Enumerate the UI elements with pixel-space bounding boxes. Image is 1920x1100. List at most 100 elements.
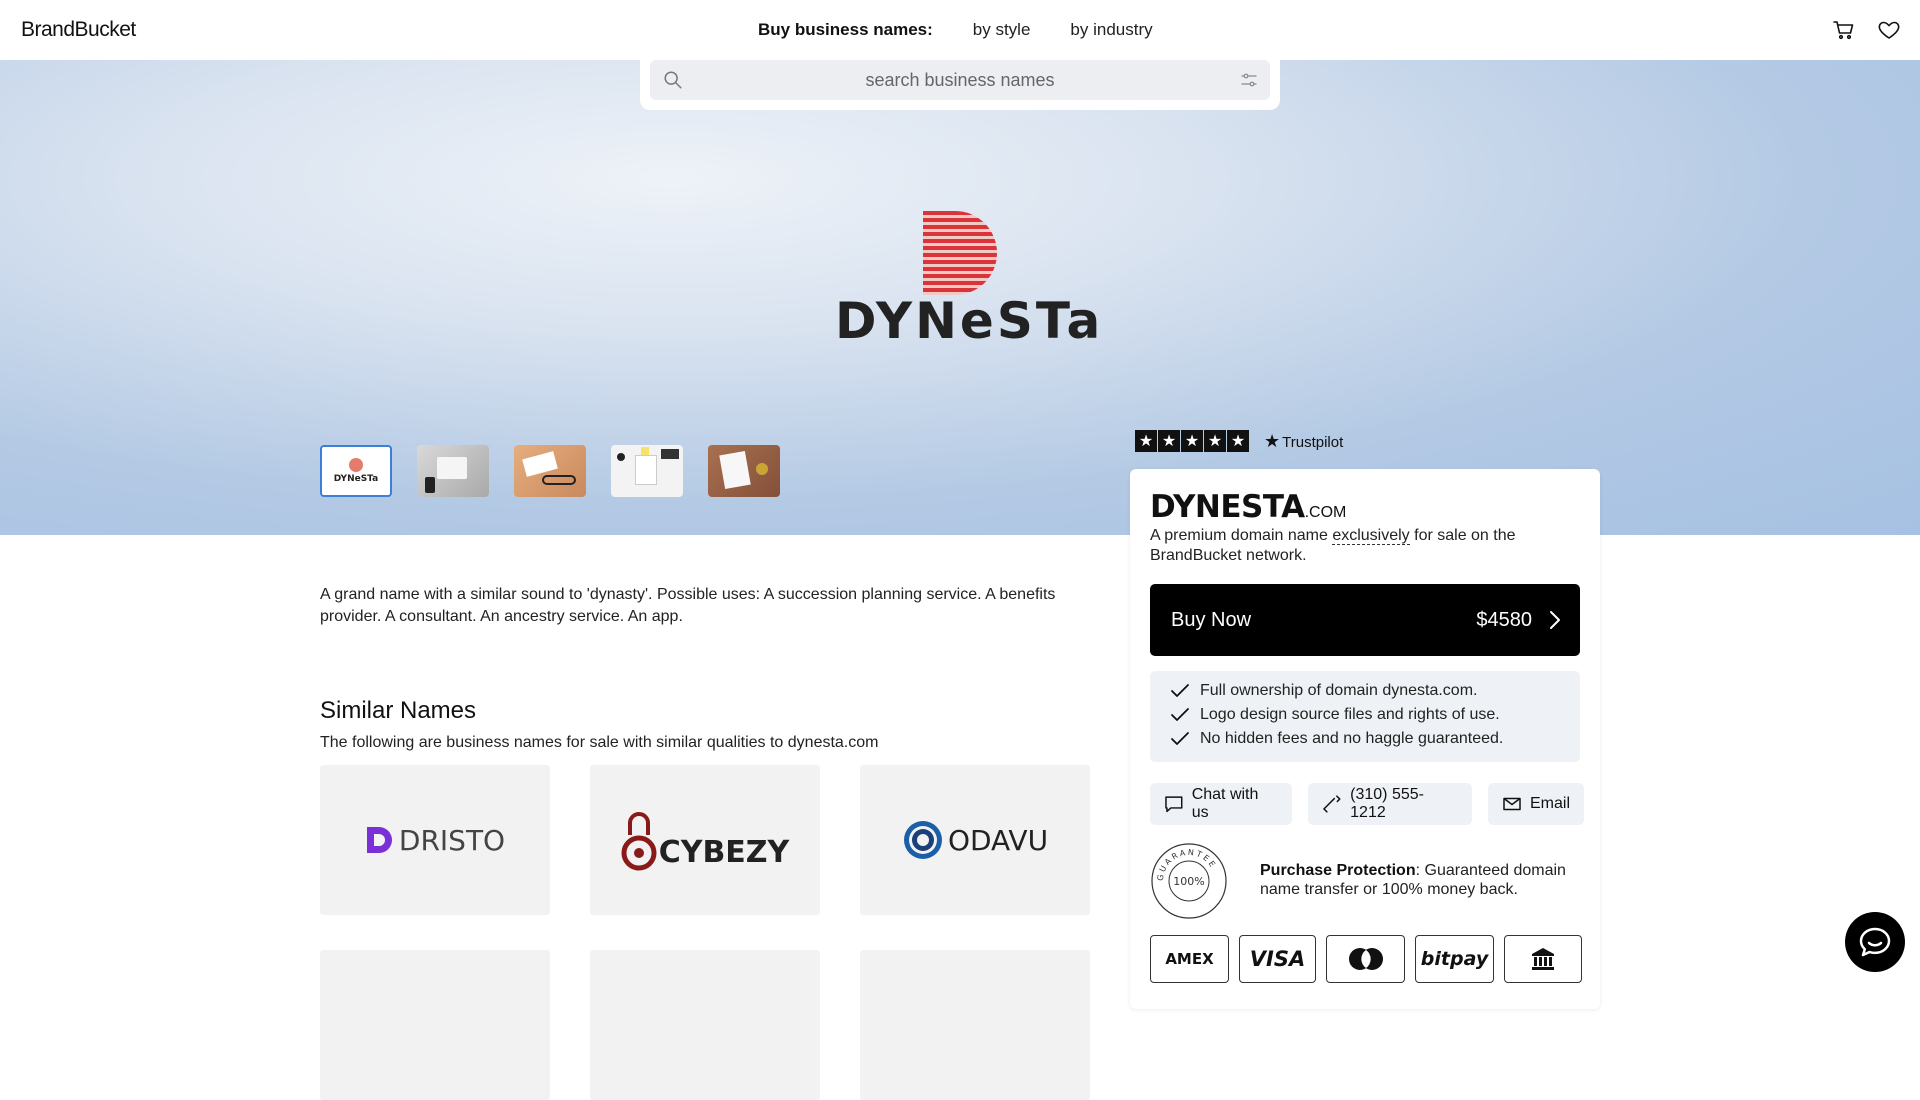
exclusively-tooltip-trigger[interactable]: exclusively: [1332, 527, 1410, 545]
payment-methods: AMEX VISA bitpay: [1150, 935, 1592, 983]
similar-name-card-cybezy[interactable]: CYBEZY: [590, 765, 820, 915]
domain-tagline: A premium domain name exclusively for sa…: [1150, 526, 1550, 566]
email-button[interactable]: Email: [1487, 783, 1584, 825]
dynesta-logo-wordmark: DYNeSTa: [835, 292, 1104, 350]
odavu-logo-mark: [903, 821, 942, 859]
thumbnail-desk-mockup[interactable]: [417, 445, 489, 497]
similar-names-subheading: The following are business names for sal…: [320, 734, 879, 751]
thumbnail-logo-mark: [349, 458, 363, 472]
star-icon: ★: [1135, 430, 1157, 452]
dynesta-logo-mark: [923, 211, 997, 295]
search-bar: [650, 60, 1270, 100]
hero-banner: DYNeSTa DYNeSTa ★ ★ ★ ★ ★: [0, 60, 1920, 535]
heart-icon[interactable]: [1877, 18, 1901, 42]
similar-names-heading: Similar Names: [320, 697, 477, 724]
check-icon: [1171, 708, 1189, 721]
buy-now-label: Buy Now: [1171, 609, 1252, 631]
feature-item: Full ownership of domain dynesta.com.: [1170, 679, 1580, 703]
thumbnail-wood-desk[interactable]: [708, 445, 780, 497]
phone-button[interactable]: (310) 555-1212: [1308, 783, 1472, 825]
chat-icon: [1165, 796, 1183, 813]
dristo-wordmark: DRISTO: [398, 823, 506, 857]
trustpilot-text: Trustpilot: [1282, 433, 1344, 451]
domain-tld: .COM: [1304, 504, 1347, 521]
cybezy-wordmark: CYBEZY: [658, 834, 790, 870]
thumbnail-coin: [756, 463, 768, 475]
star-icon: ★: [1227, 430, 1249, 452]
chevron-right-icon: [1550, 611, 1560, 629]
live-chat-button[interactable]: [1845, 912, 1905, 972]
buy-now-button[interactable]: Buy Now $4580: [1150, 584, 1580, 656]
similar-name-card-dristo[interactable]: DRISTO: [320, 765, 550, 915]
trustpilot-rating[interactable]: ★ ★ ★ ★ ★ ★ Trustpilot: [1135, 430, 1343, 452]
guarantee-center-text: 100%: [1173, 875, 1204, 888]
thumbnail-sticky-note: [641, 447, 649, 455]
search-input[interactable]: [690, 60, 1230, 100]
chat-label: Chat with us: [1191, 786, 1259, 821]
thumbnail-logo[interactable]: DYNeSTa: [320, 445, 392, 497]
search-container: [640, 60, 1280, 110]
chat-bubble-icon: [1859, 927, 1891, 957]
purchase-card: DYNESTA.COM A premium domain name exclus…: [1130, 469, 1600, 1009]
check-icon: [1171, 732, 1189, 745]
thumbnail-card: [522, 451, 558, 477]
check-icon: [1171, 684, 1189, 697]
cybezy-logo-mark: [621, 812, 657, 871]
dristo-logo: DRISTO: [365, 824, 505, 857]
thumbnail-phone: [425, 477, 435, 493]
feature-text: Full ownership of domain dynesta.com.: [1200, 682, 1478, 699]
mastercard-icon: [1326, 935, 1405, 983]
similar-name-card[interactable]: [590, 950, 820, 1100]
nav-title: Buy business names:: [758, 20, 933, 39]
similar-name-card-odavu[interactable]: ODAVU: [860, 765, 1090, 915]
email-label: Email: [1529, 795, 1570, 812]
thumbnail-stationery[interactable]: [611, 445, 683, 497]
mail-icon: [1503, 797, 1521, 811]
feature-item: Logo design source files and rights of u…: [1170, 703, 1580, 727]
feature-text: Logo design source files and rights of u…: [1200, 706, 1500, 723]
nav-link-by-industry[interactable]: by industry: [1070, 20, 1152, 40]
contact-options: Chat with us (310) 555-1212 Email: [1150, 783, 1600, 825]
trustpilot-label: ★ Trustpilot: [1264, 431, 1343, 452]
star-icon: ★: [1181, 430, 1203, 452]
brandbucket-logo[interactable]: BrandBucket: [21, 18, 136, 42]
amex-icon: AMEX: [1150, 935, 1229, 983]
thumbnail-logo-text: DYNeSTa: [333, 474, 379, 484]
cart-icon[interactable]: [1832, 18, 1856, 42]
visa-icon: VISA: [1239, 935, 1316, 983]
phone-number: (310) 555-1212: [1350, 786, 1424, 821]
trustpilot-stars: ★ ★ ★ ★ ★: [1135, 430, 1250, 452]
price: $4580: [1476, 609, 1532, 631]
bitpay-icon: bitpay: [1415, 935, 1494, 983]
nav-link-by-style[interactable]: by style: [973, 20, 1031, 40]
thumbnail-paper: [437, 457, 467, 479]
chat-button[interactable]: Chat with us: [1150, 783, 1293, 825]
filter-icon[interactable]: [1240, 71, 1258, 89]
search-icon[interactable]: [662, 69, 684, 91]
domain-name: DYNESTA: [1150, 489, 1305, 525]
thumbnail-card-glasses[interactable]: [514, 445, 586, 497]
site-header: BrandBucket Buy business names: by style…: [0, 0, 1920, 60]
features-list: Full ownership of domain dynesta.com. Lo…: [1150, 671, 1580, 762]
thumbnail-glasses: [542, 475, 576, 485]
domain-description: A grand name with a similar sound to 'dy…: [320, 586, 1056, 625]
domain-title: DYNESTA.COM: [1150, 489, 1346, 525]
similar-name-card[interactable]: [320, 950, 550, 1100]
feature-text: No hidden fees and no haggle guaranteed.: [1200, 730, 1504, 747]
thumbnail-keyboard: [661, 449, 679, 459]
star-icon: ★: [1204, 430, 1226, 452]
dristo-logo-mark: [366, 827, 392, 853]
main-nav: Buy business names: by style by industry: [758, 20, 1193, 40]
thumbnail-notepad: [635, 455, 657, 485]
similar-name-card[interactable]: [860, 950, 1090, 1100]
protection-title: Purchase Protection: [1260, 862, 1416, 879]
star-icon: ★: [1158, 430, 1180, 452]
guarantee-seal-icon: GUARANTEE 100%: [1151, 843, 1227, 919]
purchase-protection: Purchase Protection: Guaranteed domain n…: [1260, 861, 1570, 899]
thumbnail-page: [719, 451, 751, 489]
odavu-wordmark: ODAVU: [947, 823, 1049, 857]
bank-icon: [1504, 935, 1582, 983]
odavu-logo: ODAVU: [902, 819, 1048, 861]
trustpilot-star-icon: ★: [1264, 430, 1281, 451]
tagline-text: A premium domain name: [1150, 527, 1333, 544]
